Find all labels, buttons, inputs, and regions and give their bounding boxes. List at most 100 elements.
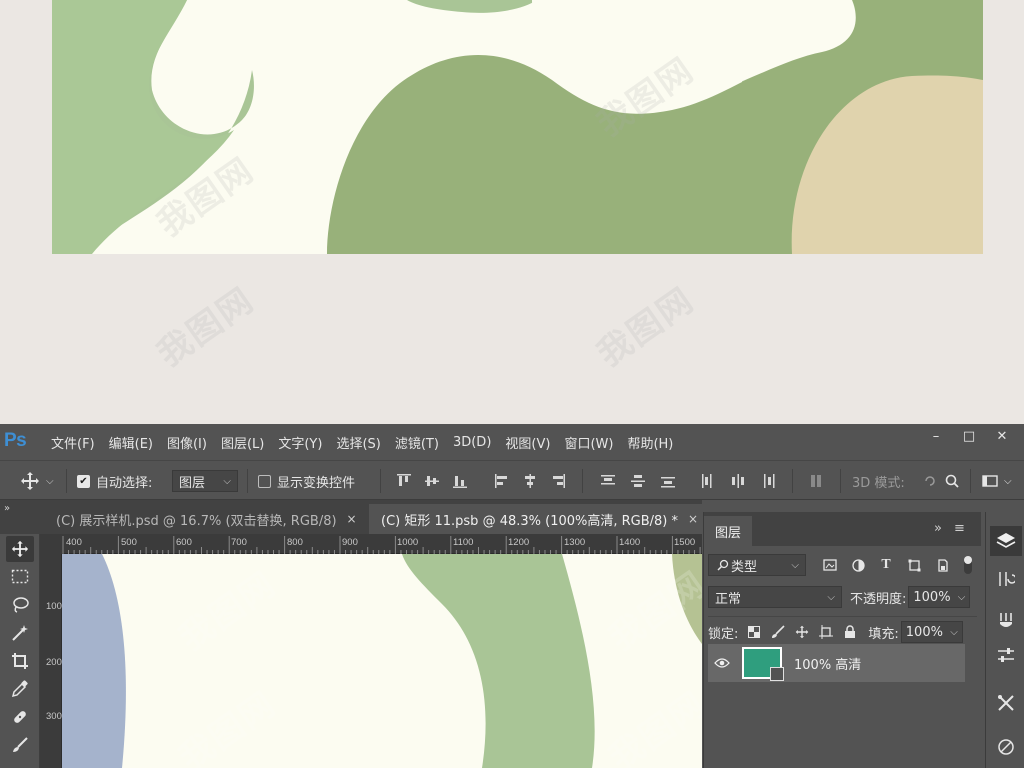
fill-input[interactable]: 100% ⌵ xyxy=(900,621,963,643)
filter-smart-object-icon[interactable] xyxy=(934,557,950,573)
distribute-vcenter-icon[interactable] xyxy=(630,473,646,489)
close-tab-icon[interactable]: × xyxy=(347,512,357,526)
bandage-icon xyxy=(14,711,26,723)
workspace-icon[interactable] xyxy=(982,473,998,489)
lasso-icon xyxy=(13,597,29,613)
checkbox-checked-icon: ✔ xyxy=(77,474,90,488)
history-icon xyxy=(999,572,1015,586)
distribute-top-icon[interactable] xyxy=(600,473,616,489)
move-tool-preset[interactable]: ⌵ xyxy=(20,470,54,492)
menu-select[interactable]: 选择(S) xyxy=(329,433,387,452)
watermark: 我图网 xyxy=(150,280,262,375)
eyedropper-tool[interactable] xyxy=(6,676,34,702)
filter-toggle[interactable] xyxy=(964,556,972,574)
move-tool[interactable] xyxy=(6,536,34,562)
dock-history-button[interactable] xyxy=(990,564,1022,594)
layer-row[interactable]: 100% 高清 xyxy=(708,644,965,682)
show-transform-checkbox[interactable]: 显示变换控件 xyxy=(258,470,355,492)
photoshop-logo: Ps xyxy=(4,430,27,451)
search-icon xyxy=(715,557,731,573)
smart-object-icon xyxy=(770,667,784,681)
checkbox-unchecked-icon xyxy=(258,474,271,488)
panel-menu-icon[interactable]: ≡ xyxy=(954,521,965,536)
canvas-artwork xyxy=(62,554,702,768)
ruler-label: 100 xyxy=(46,601,62,612)
lock-pixels-icon[interactable] xyxy=(770,624,786,640)
lasso-tool[interactable] xyxy=(6,592,34,618)
document-canvas[interactable]: 我图网 我图网 我图网 我图网 xyxy=(62,554,702,768)
align-right-icon[interactable] xyxy=(550,473,566,489)
blend-mode-dropdown[interactable]: 正常 ⌵ xyxy=(708,586,842,608)
align-hcenter-icon[interactable] xyxy=(522,473,538,489)
menu-view[interactable]: 视图(V) xyxy=(498,433,557,452)
crop-tool[interactable] xyxy=(6,648,34,674)
magic-wand-tool[interactable] xyxy=(6,620,34,646)
marquee-icon xyxy=(11,569,29,584)
menu-edit[interactable]: 编辑(E) xyxy=(102,433,160,452)
healing-brush-tool[interactable] xyxy=(6,704,34,730)
layer-filter-dropdown[interactable]: 类型 ⌵ xyxy=(708,554,806,576)
chevron-down-icon[interactable]: ⌵ xyxy=(1004,470,1012,492)
opacity-input[interactable]: 100% ⌵ xyxy=(908,586,971,608)
ruler-ticks xyxy=(62,536,701,554)
dock-brush-settings-button[interactable] xyxy=(990,606,1022,636)
dock-layers-button[interactable] xyxy=(990,526,1022,556)
lock-label: 锁定: xyxy=(708,626,739,642)
auto-select-target-dropdown[interactable]: 图层 ⌵ xyxy=(172,470,238,492)
layers-tab[interactable]: 图层 xyxy=(704,516,752,546)
dock-tools-button[interactable] xyxy=(990,688,1022,718)
eye-icon[interactable] xyxy=(714,655,730,671)
auto-select-checkbox[interactable]: ✔ 自动选择: xyxy=(77,470,152,492)
align-top-icon[interactable] xyxy=(396,473,412,489)
lock-artboard-icon[interactable] xyxy=(818,624,834,640)
panel-collapse-icon[interactable]: » xyxy=(934,521,942,536)
watermark: 我图网 xyxy=(590,280,702,375)
minimize-button[interactable]: – xyxy=(920,426,952,446)
close-window-button[interactable]: ✕ xyxy=(986,426,1018,446)
align-left-icon[interactable] xyxy=(494,473,510,489)
marquee-tool[interactable] xyxy=(6,564,34,590)
layers-panel: 图层 » ≡ 类型 ⌵ T 正常 ⌵ 不透明度: 100% ⌵ 锁定: 填充: … xyxy=(703,512,981,768)
distribute-bottom-icon[interactable] xyxy=(660,473,676,489)
menu-layer[interactable]: 图层(L) xyxy=(214,433,271,452)
collapse-icon[interactable]: » xyxy=(4,503,10,514)
magic-wand-icon xyxy=(12,625,28,641)
menu-filter[interactable]: 滤镜(T) xyxy=(388,433,446,452)
artwork-preview xyxy=(52,0,983,254)
chevron-down-icon: ⌵ xyxy=(957,591,966,603)
document-tab-title: (C) 展示样机.psd @ 16.7% (双击替换, RGB/8) xyxy=(56,513,337,529)
dock-adjustments-button[interactable] xyxy=(990,732,1022,762)
maximize-button[interactable]: □ xyxy=(953,426,985,446)
filter-pixel-icon[interactable] xyxy=(822,557,838,573)
distribute-right-icon[interactable] xyxy=(760,473,776,489)
fill-value: 100% xyxy=(905,624,943,640)
move-icon xyxy=(21,472,39,490)
align-vcenter-icon[interactable] xyxy=(424,473,440,489)
distribute-hcenter-icon[interactable] xyxy=(730,473,746,489)
3d-rotate-icon[interactable] xyxy=(922,473,938,489)
filter-shape-icon[interactable] xyxy=(906,557,922,573)
menu-3d[interactable]: 3D(D) xyxy=(446,435,498,450)
blend-mode-value: 正常 xyxy=(715,591,742,607)
menu-type[interactable]: 文字(Y) xyxy=(271,433,329,452)
chevron-down-icon: ⌵ xyxy=(46,475,54,487)
document-tab-active[interactable]: (C) 矩形 11.psb @ 48.3% (100%高清, RGB/8) * … xyxy=(369,504,711,534)
menu-image[interactable]: 图像(I) xyxy=(160,433,214,452)
distribute-left-icon[interactable] xyxy=(700,473,716,489)
menu-window[interactable]: 窗口(W) xyxy=(557,433,620,452)
dock-properties-button[interactable] xyxy=(990,640,1022,670)
align-bottom-icon[interactable] xyxy=(452,473,468,489)
close-tab-icon[interactable]: × xyxy=(688,512,698,526)
auto-align-icon[interactable] xyxy=(808,473,824,489)
document-tab[interactable]: (C) 展示样机.psd @ 16.7% (双击替换, RGB/8) × xyxy=(44,504,369,534)
filter-adjustment-icon[interactable] xyxy=(850,557,866,573)
sliders-icon xyxy=(998,648,1014,662)
search-icon[interactable] xyxy=(944,473,960,489)
lock-position-icon[interactable] xyxy=(794,624,810,640)
lock-all-icon[interactable] xyxy=(842,624,858,640)
filter-type-icon[interactable]: T xyxy=(878,557,894,573)
menu-file[interactable]: 文件(F) xyxy=(44,433,102,452)
menu-help[interactable]: 帮助(H) xyxy=(620,433,680,452)
brush-tool[interactable] xyxy=(6,732,34,758)
lock-transparent-icon[interactable] xyxy=(746,624,762,640)
